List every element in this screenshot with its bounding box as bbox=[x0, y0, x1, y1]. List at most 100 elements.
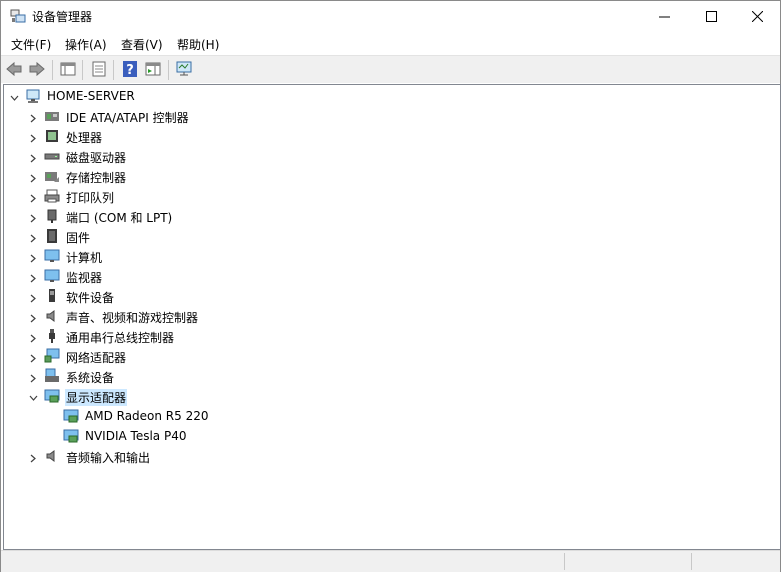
tree-category-node[interactable]: 软件设备 bbox=[4, 286, 780, 306]
tree-category-node[interactable]: IDE ATA/ATAPI 控制器 bbox=[4, 106, 780, 126]
scan-hardware-icon bbox=[176, 61, 192, 76]
processor-icon bbox=[44, 128, 60, 144]
title-bar: 设备管理器 bbox=[1, 1, 780, 31]
tree-category-label: 打印队列 bbox=[66, 191, 115, 205]
tree-category-node[interactable]: 系统设备 bbox=[4, 366, 780, 386]
chevron-right-icon[interactable] bbox=[29, 132, 38, 143]
tree-category-node[interactable]: 存储控制器 bbox=[4, 166, 780, 186]
tree-category-node[interactable]: 监视器 bbox=[4, 266, 780, 286]
maximize-icon bbox=[705, 10, 717, 22]
tree-device-label: NVIDIA Tesla P40 bbox=[85, 429, 187, 443]
tree-category-label: 端口 (COM 和 LPT) bbox=[66, 211, 173, 225]
action-pane-icon bbox=[145, 62, 161, 76]
tree-category-label: 网络适配器 bbox=[66, 351, 127, 365]
tree-category-node[interactable]: 处理器 bbox=[4, 126, 780, 146]
tree-category-label: 计算机 bbox=[66, 251, 103, 265]
close-icon bbox=[751, 10, 763, 22]
chevron-right-icon[interactable] bbox=[29, 372, 38, 383]
chevron-right-icon[interactable] bbox=[29, 452, 38, 463]
tree-category-node[interactable]: 网络适配器 bbox=[4, 346, 780, 366]
root-computer-icon bbox=[25, 88, 41, 104]
tree-category-node[interactable]: 端口 (COM 和 LPT) bbox=[4, 206, 780, 226]
tree-category-node[interactable]: 固件 bbox=[4, 226, 780, 246]
tree-category-label: IDE ATA/ATAPI 控制器 bbox=[66, 111, 189, 125]
chevron-right-icon[interactable] bbox=[29, 332, 38, 343]
back-arrow-icon bbox=[6, 61, 22, 77]
chevron-right-icon[interactable] bbox=[29, 252, 38, 263]
svg-text:?: ? bbox=[126, 63, 134, 78]
tree-device-node[interactable]: AMD Radeon R5 220 bbox=[4, 406, 780, 426]
port-icon bbox=[44, 208, 60, 224]
chevron-down-icon[interactable] bbox=[29, 392, 38, 401]
forward-arrow-icon bbox=[29, 61, 45, 77]
tree-category-node[interactable]: 声音、视频和游戏控制器 bbox=[4, 306, 780, 326]
display-adapter-icon bbox=[44, 388, 60, 404]
chevron-right-icon[interactable] bbox=[29, 312, 38, 323]
tree-category-label: 音频输入和输出 bbox=[66, 451, 151, 465]
tree-category-label: 固件 bbox=[66, 231, 91, 245]
forward-button[interactable] bbox=[28, 60, 46, 78]
tree-category-label: 系统设备 bbox=[66, 371, 115, 385]
properties-icon bbox=[92, 61, 106, 77]
chevron-right-icon[interactable] bbox=[29, 172, 38, 183]
tree-root-node[interactable]: HOME-SERVER bbox=[4, 86, 780, 106]
monitor-icon bbox=[44, 268, 60, 284]
status-bar bbox=[1, 550, 780, 572]
status-divider bbox=[691, 553, 692, 570]
tree-category-label: 存储控制器 bbox=[66, 171, 127, 185]
tree-category-node[interactable]: 显示适配器 bbox=[4, 386, 780, 406]
tree-category-node[interactable]: 计算机 bbox=[4, 246, 780, 266]
menu-file[interactable]: 文件(F) bbox=[11, 36, 51, 53]
chevron-right-icon[interactable] bbox=[29, 152, 38, 163]
tree-category-label: 处理器 bbox=[66, 131, 103, 145]
tree-category-node[interactable]: 打印队列 bbox=[4, 186, 780, 206]
action-pane-button[interactable] bbox=[144, 60, 162, 78]
sound-icon bbox=[44, 308, 60, 324]
chevron-down-icon[interactable] bbox=[10, 92, 19, 101]
disk-drive-icon bbox=[44, 148, 60, 164]
network-adapter-icon bbox=[44, 348, 60, 364]
software-device-icon bbox=[44, 288, 60, 304]
tree-category-label: 通用串行总线控制器 bbox=[66, 331, 175, 345]
toolbar-separator bbox=[52, 60, 53, 80]
scan-hardware-button[interactable] bbox=[175, 60, 193, 78]
gpu-device-icon bbox=[63, 428, 79, 444]
tree-category-node[interactable]: 通用串行总线控制器 bbox=[4, 326, 780, 346]
device-manager-window: 设备管理器 文件(F) 操作(A) 查看(V) 帮助(H) ? HOME-SER… bbox=[0, 0, 781, 572]
tree-device-node[interactable]: NVIDIA Tesla P40 bbox=[4, 426, 780, 446]
computer-icon bbox=[44, 248, 60, 264]
minimize-button[interactable] bbox=[641, 1, 687, 31]
system-device-icon bbox=[44, 368, 60, 384]
chevron-right-icon[interactable] bbox=[29, 232, 38, 243]
help-icon: ? bbox=[123, 61, 137, 78]
toolbar-separator bbox=[113, 60, 114, 80]
tree-category-label: 磁盘驱动器 bbox=[66, 151, 127, 165]
chevron-right-icon[interactable] bbox=[29, 272, 38, 283]
tree-category-label: 显示适配器 bbox=[65, 389, 128, 406]
maximize-button[interactable] bbox=[688, 1, 734, 31]
console-tree-button[interactable] bbox=[59, 60, 77, 78]
help-button[interactable]: ? bbox=[121, 60, 139, 78]
close-button[interactable] bbox=[734, 1, 780, 31]
tree-category-node[interactable]: 音频输入和输出 bbox=[4, 446, 780, 466]
tree-root-label: HOME-SERVER bbox=[47, 89, 135, 103]
window-title: 设备管理器 bbox=[32, 10, 93, 24]
menu-bar: 文件(F) 操作(A) 查看(V) 帮助(H) bbox=[1, 32, 780, 55]
properties-button[interactable] bbox=[90, 60, 108, 78]
menu-help[interactable]: 帮助(H) bbox=[177, 36, 219, 53]
back-button[interactable] bbox=[5, 60, 23, 78]
chevron-right-icon[interactable] bbox=[29, 212, 38, 223]
tree-category-node[interactable]: 磁盘驱动器 bbox=[4, 146, 780, 166]
menu-view[interactable]: 查看(V) bbox=[121, 36, 163, 53]
menu-action[interactable]: 操作(A) bbox=[65, 36, 107, 53]
ide-controller-icon bbox=[44, 108, 60, 124]
toolbar-separator bbox=[82, 60, 83, 80]
chevron-right-icon[interactable] bbox=[29, 112, 38, 123]
chevron-right-icon[interactable] bbox=[29, 352, 38, 363]
tree-category-label: 监视器 bbox=[66, 271, 103, 285]
chevron-right-icon[interactable] bbox=[29, 292, 38, 303]
usb-icon bbox=[44, 328, 60, 344]
device-tree[interactable]: HOME-SERVER IDE ATA/ATAPI 控制器 处理器磁盘驱动器存储控制… bbox=[3, 84, 781, 550]
device-manager-app-icon bbox=[10, 9, 26, 23]
chevron-right-icon[interactable] bbox=[29, 192, 38, 203]
